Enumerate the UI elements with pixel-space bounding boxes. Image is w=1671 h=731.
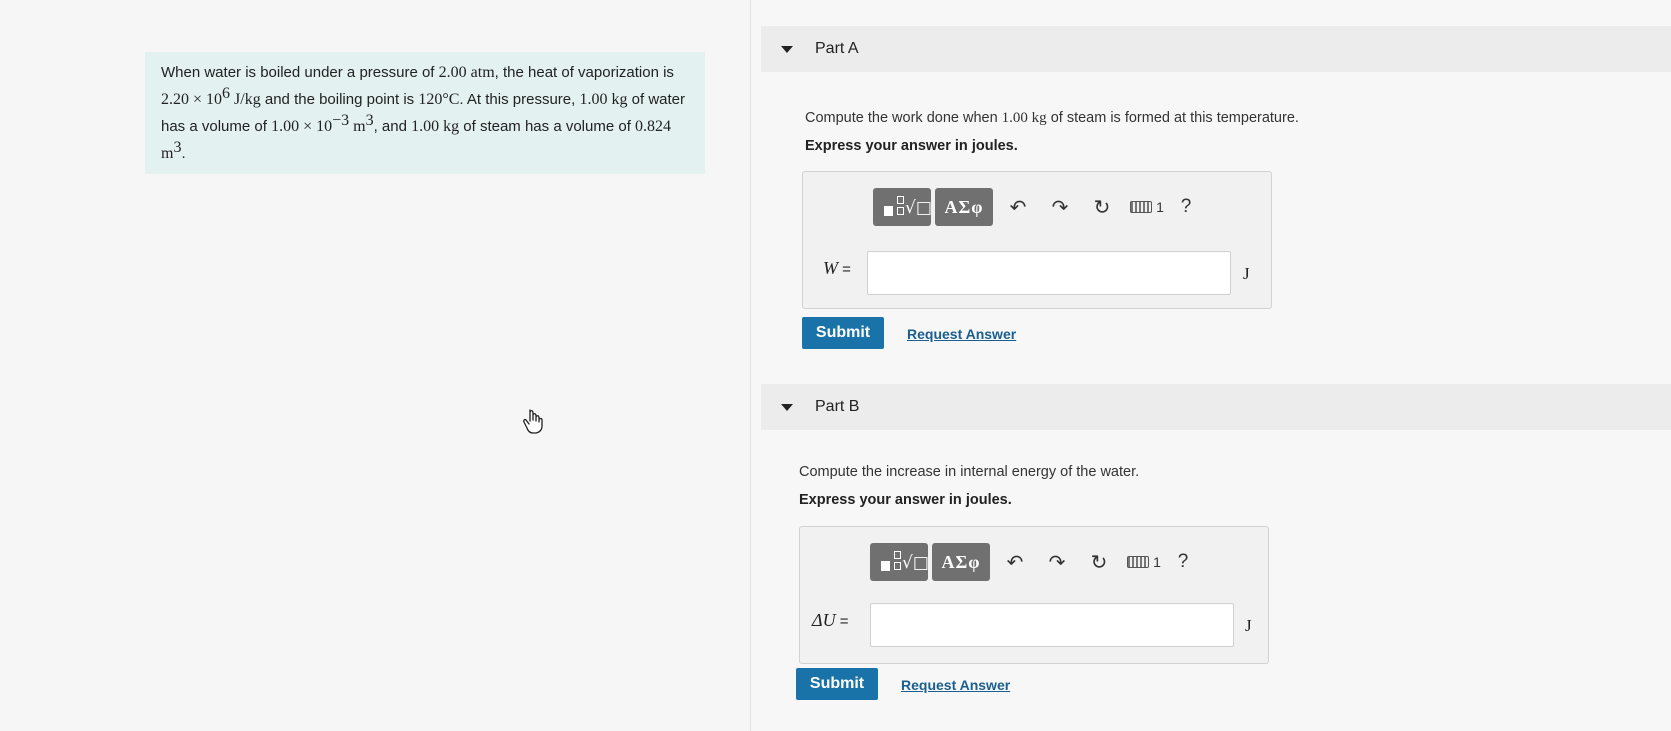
template-radical-button[interactable]: √□ bbox=[870, 543, 929, 581]
problem-text: When water is boiled under a pressure of bbox=[161, 64, 439, 81]
question-math: 1.00 kg bbox=[1001, 110, 1047, 126]
equals-sign: = bbox=[835, 613, 849, 630]
problem-math: 2.00 atm bbox=[438, 64, 495, 81]
collapse-triangle-icon[interactable] bbox=[781, 403, 793, 411]
undo-icon[interactable]: ↶ bbox=[997, 188, 1039, 226]
part-a-question: Compute the work done when 1.00 kg of st… bbox=[805, 110, 1299, 127]
question-text: of steam is formed at this temperature. bbox=[1046, 110, 1299, 126]
parts-panel: Part A Compute the work done when 1.00 k… bbox=[751, 0, 1671, 731]
problem-panel: When water is boiled under a pressure of… bbox=[0, 0, 760, 731]
greek-symbols-button[interactable]: ΑΣφ bbox=[932, 543, 990, 581]
reset-icon[interactable]: ↻ bbox=[1081, 188, 1123, 226]
variable-symbol: W bbox=[823, 258, 838, 278]
math-toolbar: √□ ΑΣφ ↶ ↷ ↻ 1 ? bbox=[873, 188, 1201, 226]
question-text: Compute the work done when bbox=[805, 110, 1002, 126]
answer-unit: J bbox=[1245, 616, 1252, 635]
part-a-title: Part A bbox=[815, 40, 859, 57]
redo-icon[interactable]: ↷ bbox=[1039, 188, 1081, 226]
undo-icon[interactable]: ↶ bbox=[994, 543, 1036, 581]
problem-math: m bbox=[349, 118, 366, 135]
reset-icon[interactable]: ↻ bbox=[1078, 543, 1120, 581]
problem-math-sup: 3 bbox=[365, 112, 374, 129]
page: When water is boiled under a pressure of… bbox=[0, 0, 1671, 731]
problem-math: 1.00 kg bbox=[411, 118, 460, 135]
part-a-answer-box: √□ ΑΣφ ↶ ↷ ↻ 1 ? W = J bbox=[802, 171, 1272, 309]
equals-sign: = bbox=[838, 261, 851, 278]
part-a-instruction: Express your answer in joules. bbox=[805, 138, 1018, 154]
problem-math: 1.00 kg bbox=[579, 91, 628, 108]
part-b-title: Part B bbox=[815, 398, 860, 415]
part-b-instruction: Express your answer in joules. bbox=[799, 492, 1012, 508]
part-b-header[interactable]: Part B bbox=[761, 384, 1671, 430]
keyboard-shortcuts-button[interactable]: 1 bbox=[1123, 188, 1171, 226]
redo-icon[interactable]: ↷ bbox=[1036, 543, 1078, 581]
keyboard-label: 1 bbox=[1156, 199, 1164, 215]
part-a-request-answer-link[interactable]: Request Answer bbox=[907, 326, 1016, 342]
problem-text: , the heat of vaporization is bbox=[494, 64, 674, 81]
help-icon[interactable]: ? bbox=[1168, 551, 1198, 573]
part-b-submit-button[interactable]: Submit bbox=[796, 668, 878, 700]
problem-math: J/kg bbox=[230, 91, 261, 108]
problem-statement: When water is boiled under a pressure of… bbox=[145, 52, 705, 174]
part-b-question: Compute the increase in internal energy … bbox=[799, 464, 1140, 480]
answer-variable-label: W = bbox=[823, 258, 851, 279]
template-radical-button[interactable]: √□ bbox=[873, 188, 932, 226]
answer-variable-label: ΔU = bbox=[812, 610, 849, 631]
math-toolbar: √□ ΑΣφ ↶ ↷ ↻ 1 ? bbox=[870, 543, 1198, 581]
part-a-submit-button[interactable]: Submit bbox=[802, 317, 884, 349]
collapse-triangle-icon[interactable] bbox=[781, 45, 793, 53]
part-b-request-answer-link[interactable]: Request Answer bbox=[901, 677, 1010, 693]
keyboard-label: 1 bbox=[1153, 554, 1161, 570]
problem-math: 120°C bbox=[418, 91, 460, 108]
problem-text: , and bbox=[373, 118, 412, 135]
problem-math-sup: −3 bbox=[332, 112, 350, 129]
part-a-answer-input[interactable] bbox=[867, 251, 1231, 295]
problem-text: . bbox=[181, 145, 186, 162]
problem-math-sup: 6 bbox=[222, 85, 231, 102]
greek-symbols-button[interactable]: ΑΣφ bbox=[935, 188, 993, 226]
problem-text: of steam has a volume of bbox=[459, 118, 636, 135]
template-radical-icon: √□ bbox=[884, 194, 932, 220]
part-b-answer-input[interactable] bbox=[870, 603, 1234, 647]
answer-unit: J bbox=[1243, 264, 1250, 283]
keyboard-icon bbox=[1130, 201, 1153, 213]
problem-text: and the boiling point is bbox=[260, 91, 419, 108]
help-icon[interactable]: ? bbox=[1171, 196, 1201, 218]
template-radical-icon: √□ bbox=[881, 549, 929, 575]
problem-math: 2.20 × 10 bbox=[161, 91, 223, 108]
part-b-answer-box: √□ ΑΣφ ↶ ↷ ↻ 1 ? ΔU = J bbox=[799, 526, 1269, 664]
problem-math: 1.00 × 10 bbox=[271, 118, 333, 135]
hand-cursor-icon bbox=[523, 409, 543, 434]
part-a-header[interactable]: Part A bbox=[761, 26, 1671, 72]
keyboard-icon bbox=[1127, 556, 1150, 568]
keyboard-shortcuts-button[interactable]: 1 bbox=[1120, 543, 1168, 581]
problem-text: . At this pressure, bbox=[459, 91, 580, 108]
variable-symbol: ΔU bbox=[812, 610, 836, 630]
